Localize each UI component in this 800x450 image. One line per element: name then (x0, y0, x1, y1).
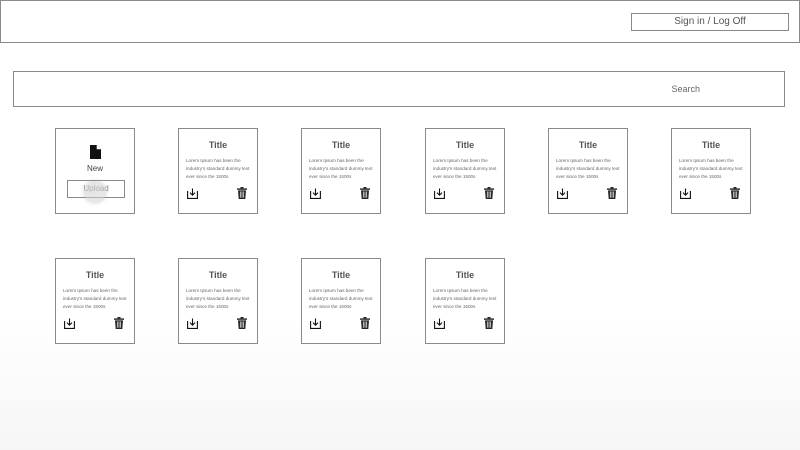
document-card[interactable]: Title Lorem Ipsum has been the industry'… (301, 128, 381, 214)
card-description: Lorem Ipsum has been the industry's stan… (679, 158, 743, 179)
download-icon[interactable] (557, 188, 568, 199)
card-title: Title (455, 140, 475, 150)
card-title: Title (208, 270, 228, 280)
trash-icon[interactable] (360, 187, 370, 199)
download-icon[interactable] (680, 188, 691, 199)
download-icon[interactable] (187, 188, 198, 199)
card-title: Title (85, 270, 105, 280)
header-bar: Sign in / Log Off (0, 0, 800, 43)
upload-button[interactable]: Upload (67, 180, 125, 198)
download-icon[interactable] (434, 188, 445, 199)
card-description: Lorem Ipsum has been the industry's stan… (433, 288, 497, 309)
search-bar (13, 71, 785, 107)
trash-icon[interactable] (114, 317, 124, 329)
document-card[interactable]: Title Lorem Ipsum has been the industry'… (425, 128, 505, 214)
page: Sign in / Log Off New Upload Title Lorem… (0, 0, 800, 450)
document-card[interactable]: Title Lorem Ipsum has been the industry'… (548, 128, 628, 214)
card-title: Title (208, 140, 228, 150)
download-icon[interactable] (310, 188, 321, 199)
card-title: Title (701, 140, 721, 150)
trash-icon[interactable] (484, 187, 494, 199)
document-card[interactable]: Title Lorem Ipsum has been the industry'… (178, 258, 258, 344)
document-card[interactable]: Title Lorem Ipsum has been the industry'… (301, 258, 381, 344)
download-icon[interactable] (187, 318, 198, 329)
card-description: Lorem Ipsum has been the industry's stan… (309, 158, 373, 179)
download-icon[interactable] (434, 318, 445, 329)
card-description: Lorem Ipsum has been the industry's stan… (186, 158, 250, 179)
card-title: Title (578, 140, 598, 150)
trash-icon[interactable] (484, 317, 494, 329)
trash-icon[interactable] (237, 187, 247, 199)
trash-icon[interactable] (360, 317, 370, 329)
card-title: Title (455, 270, 475, 280)
new-document-card: New Upload (55, 128, 135, 214)
file-icon (90, 145, 101, 159)
document-card[interactable]: Title Lorem Ipsum has been the industry'… (178, 128, 258, 214)
download-icon[interactable] (64, 318, 75, 329)
card-title: Title (331, 270, 351, 280)
document-card[interactable]: Title Lorem Ipsum has been the industry'… (425, 258, 505, 344)
trash-icon[interactable] (607, 187, 617, 199)
card-description: Lorem Ipsum has been the industry's stan… (556, 158, 620, 179)
document-card[interactable]: Title Lorem Ipsum has been the industry'… (55, 258, 135, 344)
card-description: Lorem Ipsum has been the industry's stan… (186, 288, 250, 309)
search-input[interactable] (14, 72, 784, 106)
trash-icon[interactable] (237, 317, 247, 329)
document-card[interactable]: Title Lorem Ipsum has been the industry'… (671, 128, 751, 214)
sign-in-log-off-button[interactable]: Sign in / Log Off (631, 13, 789, 31)
card-title: Title (331, 140, 351, 150)
card-description: Lorem Ipsum has been the industry's stan… (309, 288, 373, 309)
trash-icon[interactable] (730, 187, 740, 199)
new-label: New (86, 164, 103, 173)
card-description: Lorem Ipsum has been the industry's stan… (63, 288, 127, 309)
download-icon[interactable] (310, 318, 321, 329)
card-description: Lorem Ipsum has been the industry's stan… (433, 158, 497, 179)
